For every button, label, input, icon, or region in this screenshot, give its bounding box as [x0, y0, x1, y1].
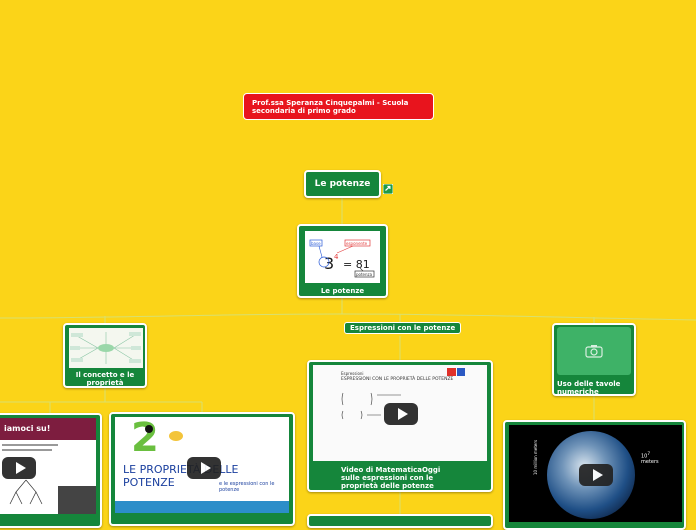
video-matematicaoggi[interactable]: Espressioni ESPRESSIONI CON LE PROPRIETÀ… [307, 360, 493, 492]
branch-concept[interactable]: Il concetto e le proprietà [63, 323, 147, 388]
properties-image-subtitle: e le espressioni con le potenze [219, 481, 275, 493]
camera-icon [585, 345, 603, 358]
author-note[interactable]: Prof.ssa Speranza Cinquepalmi - Scuola s… [243, 93, 434, 120]
video-matematicaoggi-play-button[interactable] [384, 403, 418, 425]
screen-title: ESPRESSIONI CON LE PROPRIETÀ DELLE POTEN… [341, 377, 454, 382]
root-topic-label: Le potenze [314, 179, 371, 189]
root-topic[interactable]: Le potenze [304, 170, 381, 198]
equation-exp: 4 [334, 253, 339, 261]
earth-scale-label: 107 meters [641, 451, 659, 465]
video-left-play-button[interactable] [2, 457, 36, 479]
screen-head: Espressioni [341, 371, 364, 376]
tables-label: Uso delle tavole numeriche [557, 380, 621, 396]
expressions-label: Espressioni con le potenze [350, 324, 456, 332]
earth-unit: meters [641, 458, 659, 465]
earth-exp-power: 7 [647, 451, 651, 456]
author-note-text: Prof.ssa Speranza Cinquepalmi - Scuola s… [252, 99, 409, 115]
concept-label: Il concetto e le proprietà [75, 371, 135, 387]
video-left-banner: iamoci su! [0, 418, 96, 440]
equation-result: = 81 [343, 258, 370, 271]
video-earth-play-button[interactable] [579, 464, 613, 486]
matematicaoggi-logo [447, 368, 465, 376]
main-node-label: Le potenze [320, 287, 365, 295]
video-left-partial[interactable]: iamoci su! [0, 413, 102, 528]
exponent-tag: esponente [346, 241, 368, 246]
main-node[interactable]: base esponente potenza 3 4 = 81 Le poten… [297, 224, 388, 298]
branch-tables[interactable]: Uso delle tavole numeriche [552, 323, 636, 396]
video-properties-play-button[interactable] [187, 457, 221, 479]
earth-side-text: 10 million meters [533, 439, 538, 475]
video-properties[interactable]: 2 LE PROPRIETÀ DELLE POTENZE e le espres… [109, 412, 295, 526]
video-next-partial[interactable] [307, 514, 493, 528]
base-tag: base [311, 241, 321, 246]
power-tag: potenza [356, 272, 373, 277]
tables-image-placeholder [557, 327, 631, 375]
main-node-image: base esponente potenza 3 4 = 81 [305, 231, 380, 283]
big-digit: 2 [131, 417, 159, 461]
concept-thumbnail [69, 328, 143, 368]
share-link-icon[interactable] [382, 179, 394, 195]
video-earth[interactable]: 10 million meters 107 meters [503, 420, 686, 530]
branch-expressions[interactable]: Espressioni con le potenze [344, 322, 462, 334]
matematicaoggi-caption: Video di MatematicaOggi sulle espression… [341, 466, 441, 490]
